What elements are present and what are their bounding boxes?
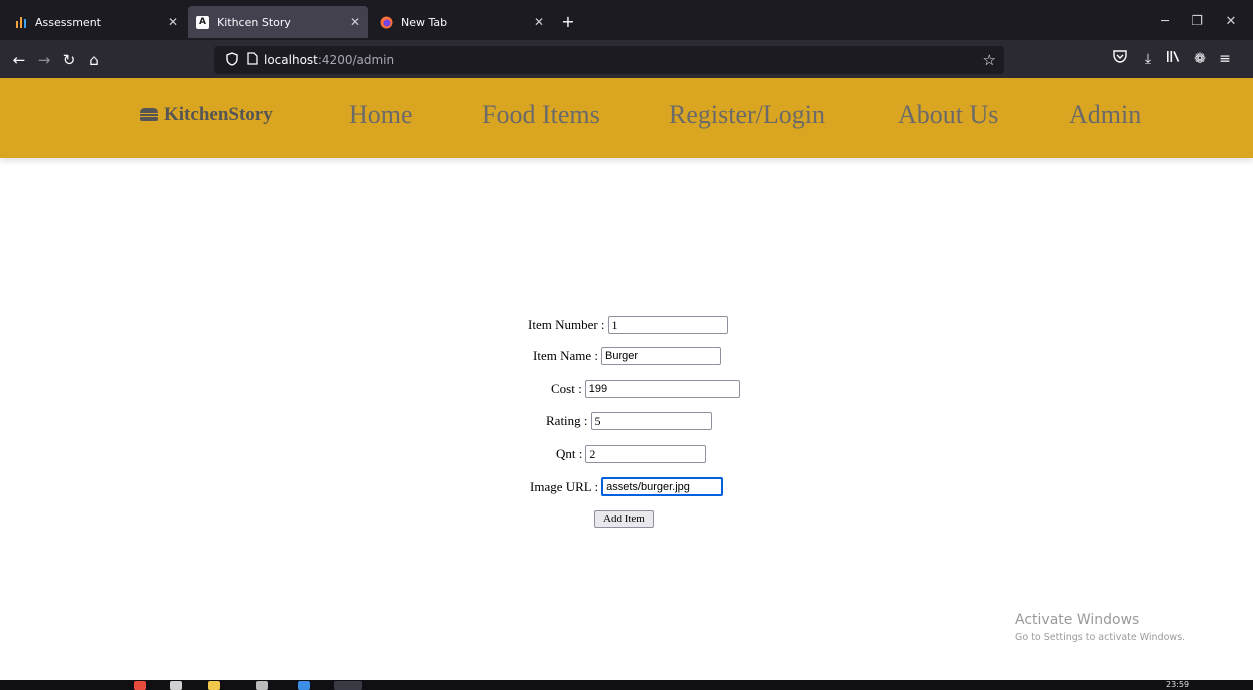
forward-arrow-icon[interactable]: → <box>33 49 55 71</box>
chart-icon <box>14 16 27 29</box>
url-text: localhost:4200/admin <box>264 53 394 67</box>
firefox-icon <box>380 16 393 29</box>
add-item-button[interactable]: Add Item <box>594 510 654 528</box>
rating-input[interactable] <box>590 412 712 430</box>
url-host: localhost <box>264 53 318 67</box>
cost-row: Cost : <box>551 380 740 398</box>
file-icon[interactable] <box>170 681 182 690</box>
url-path: :4200/admin <box>317 53 395 67</box>
burger-icon <box>140 108 158 122</box>
qnt-label: Qnt : <box>556 446 583 461</box>
close-icon[interactable]: ✕ <box>534 15 544 29</box>
reload-icon[interactable]: ↻ <box>58 49 80 71</box>
library-icon[interactable] <box>1163 49 1183 69</box>
window-icon[interactable] <box>256 681 268 690</box>
address-bar[interactable]: localhost:4200/admin ☆ <box>214 46 1004 74</box>
active-app-icon[interactable] <box>334 681 362 690</box>
nav-home[interactable]: Home <box>349 100 413 130</box>
nav-admin[interactable]: Admin <box>1069 100 1141 130</box>
brand-logo[interactable]: KitchenStory <box>140 104 273 126</box>
angular-icon: A <box>196 15 209 29</box>
image-url-input[interactable] <box>601 477 724 496</box>
menu-icon[interactable]: ≡ <box>1215 49 1235 69</box>
cost-input[interactable] <box>584 380 740 398</box>
qnt-input[interactable] <box>585 445 707 463</box>
brand-name: KitchenStory <box>164 104 273 125</box>
bookmark-star-icon[interactable]: ☆ <box>983 51 996 69</box>
folder-icon[interactable] <box>208 681 220 690</box>
taskbar-clock: 23:59 <box>1166 680 1190 689</box>
watermark-subtitle: Go to Settings to activate Windows. <box>1015 632 1186 643</box>
tab-assessment[interactable]: Assessment ✕ <box>6 6 186 38</box>
extensions-icon[interactable]: ❁ <box>1190 49 1210 69</box>
image-url-label: Image URL : <box>530 478 599 494</box>
image-url-row: Image URL : <box>530 477 724 496</box>
shield-icon[interactable] <box>224 52 240 68</box>
close-window-button[interactable]: ✕ <box>1219 10 1243 34</box>
item-number-row: Item Number : <box>528 316 728 334</box>
app-icon[interactable] <box>298 681 310 690</box>
tab-new-tab[interactable]: New Tab ✕ <box>372 6 552 38</box>
item-number-input[interactable] <box>607 316 728 334</box>
minimize-button[interactable]: ─ <box>1153 10 1177 34</box>
nav-register-login[interactable]: Register/Login <box>669 100 825 130</box>
tab-title: Kithcen Story <box>217 15 291 29</box>
item-name-label: Item Name : <box>533 348 598 363</box>
item-number-label: Item Number : <box>528 317 605 332</box>
rating-label: Rating : <box>546 413 588 428</box>
activate-windows-watermark: Activate Windows Go to Settings to activ… <box>1015 612 1185 643</box>
restore-button[interactable]: ❐ <box>1185 10 1209 34</box>
nav-about-us[interactable]: About Us <box>898 100 998 130</box>
tab-kitchen-story[interactable]: A Kithcen Story ✕ <box>188 6 368 38</box>
tab-title: New Tab <box>401 15 448 29</box>
nav-food-items[interactable]: Food Items <box>482 100 600 130</box>
item-name-input[interactable] <box>600 347 721 365</box>
item-name-row: Item Name : <box>533 347 721 365</box>
browser-toolbar: ← → ↻ ⌂ localhost:4200/admin ☆ ⤓ ❁ ≡ <box>0 40 1253 78</box>
new-tab-button[interactable]: + <box>556 10 580 34</box>
rating-row: Rating : <box>546 412 712 430</box>
tab-title: Assessment <box>35 15 101 29</box>
close-icon[interactable]: ✕ <box>168 15 178 29</box>
download-icon[interactable]: ⤓ <box>1138 49 1158 69</box>
chrome-icon[interactable] <box>134 681 146 690</box>
qnt-row: Qnt : <box>556 445 707 463</box>
pocket-icon[interactable] <box>1110 49 1130 69</box>
browser-tab-strip: Assessment ✕ A Kithcen Story ✕ New Tab ✕… <box>0 0 1253 40</box>
back-arrow-icon[interactable]: ← <box>8 49 30 71</box>
cost-label: Cost : <box>551 381 582 396</box>
watermark-title: Activate Windows <box>1015 612 1140 628</box>
app-header: KitchenStory Home Food Items Register/Lo… <box>0 78 1253 158</box>
home-icon[interactable]: ⌂ <box>83 49 105 71</box>
close-icon[interactable]: ✕ <box>350 15 360 29</box>
windows-taskbar: 23:59 <box>0 680 1253 690</box>
page-icon[interactable] <box>244 52 260 68</box>
